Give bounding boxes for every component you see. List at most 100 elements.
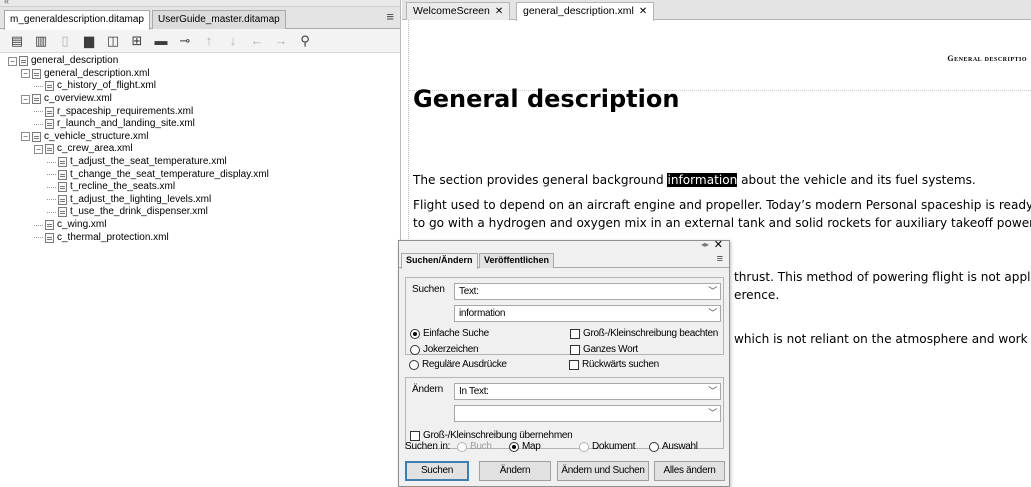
move-right-icon[interactable]: →: [270, 31, 292, 51]
tree-node-label: c_crew_area.xml: [57, 143, 133, 155]
insert-chapter-icon[interactable]: ▬: [150, 31, 172, 51]
paragraph-2-line-1[interactable]: Flight used to depend on an aircraft eng…: [413, 196, 1031, 214]
search-highlight: information: [667, 173, 738, 187]
checkbox-whole-word[interactable]: Ganzes Wort: [570, 344, 638, 355]
tab-userguide-master[interactable]: UserGuide_master.ditamap: [152, 10, 286, 29]
search-label: Suchen: [412, 284, 445, 295]
topic-file-icon: [32, 68, 41, 79]
radio-simple-search[interactable]: Einfache Suche: [410, 328, 489, 339]
collapse-toggle-icon[interactable]: −: [21, 69, 30, 79]
tree-node[interactable]: − c_overview.xml: [0, 93, 400, 106]
search-button[interactable]: Suchen: [405, 461, 469, 481]
tree-node-label: t_adjust_the_seat_temperature.xml: [70, 156, 227, 168]
radio-wildcards[interactable]: Jokerzeichen: [410, 344, 479, 355]
close-icon[interactable]: ✕: [639, 6, 647, 17]
preview-icon[interactable]: ◫: [102, 31, 124, 51]
replace-button[interactable]: Ändern: [479, 461, 551, 481]
tree-node[interactable]: t_recline_the_seats.xml: [0, 181, 400, 194]
tree-node[interactable]: r_spaceship_requirements.xml: [0, 105, 400, 118]
chevron-down-icon: ﹀: [708, 286, 717, 296]
radio-scope-book[interactable]: Buch: [457, 441, 492, 452]
tree-node[interactable]: − general_description: [0, 55, 400, 68]
radio-regex[interactable]: Reguläre Ausdrücke: [409, 359, 507, 370]
radio-dot: [410, 328, 420, 339]
tree-node[interactable]: − general_description.xml: [0, 68, 400, 81]
checkbox-box: [569, 359, 579, 370]
tree-node[interactable]: t_adjust_the_seat_temperature.xml: [0, 156, 400, 169]
collapse-toggle-icon[interactable]: −: [8, 56, 17, 66]
search-icon[interactable]: ⚲: [294, 31, 316, 51]
collapse-toggle-icon[interactable]: −: [34, 144, 43, 154]
topic-file-icon: [58, 207, 67, 218]
checkbox-keep-case[interactable]: Groß-/Kleinschreibung übernehmen: [410, 430, 573, 441]
tree-node[interactable]: t_change_the_seat_temperature_display.xm…: [0, 168, 400, 181]
tab-welcomescreen[interactable]: WelcomeScreen ✕: [406, 2, 511, 20]
page-title[interactable]: General description: [413, 85, 679, 113]
search-input[interactable]: information ﹀: [454, 305, 721, 322]
radio-scope-selection[interactable]: Auswahl: [649, 441, 698, 452]
map-tree: − general_description − general_description…: [0, 53, 400, 244]
replace-label: Ändern: [412, 384, 444, 395]
search-group: Suchen Text: ﹀ information ﹀ Einfache Such…: [405, 277, 724, 355]
paragraph-3-line-2[interactable]: erence.: [734, 286, 779, 304]
collapse-toggle-icon[interactable]: −: [21, 94, 30, 104]
tab-m-generaldescription[interactable]: m_generaldescription.ditamap: [4, 10, 150, 30]
radio-scope-map[interactable]: Map: [509, 441, 541, 452]
tree-node[interactable]: c_thermal_protection.xml: [0, 231, 400, 244]
insert-reference-icon[interactable]: ⊸: [174, 31, 196, 51]
replace-group: Ändern In Text: ﹀ ﹀ Groß-/Kleinschreibung…: [405, 377, 724, 449]
chevron-down-icon: ﹀: [708, 386, 717, 396]
replace-type-select[interactable]: In Text: ﹀: [454, 383, 721, 400]
collapse-toggle-icon[interactable]: −: [21, 132, 30, 142]
tab-general-description[interactable]: general_description.xml ✕: [516, 2, 655, 21]
topic-file-icon: [58, 157, 67, 168]
tree-node-label: c_wing.xml: [57, 219, 107, 231]
close-icon[interactable]: ✕: [714, 238, 723, 251]
tree-node[interactable]: − c_crew_area.xml: [0, 143, 400, 156]
tree-node[interactable]: − c_vehicle_structure.xml: [0, 131, 400, 144]
topic-file-icon: [45, 232, 54, 243]
delete-icon[interactable]: ▆: [78, 31, 100, 51]
collapse-arrows-icon[interactable]: «: [4, 0, 9, 6]
search-type-select[interactable]: Text: ﹀: [454, 283, 721, 300]
save-icon[interactable]: ▯: [54, 31, 76, 51]
close-icon[interactable]: ✕: [495, 6, 503, 17]
insert-topicref-icon[interactable]: ⊞: [126, 31, 148, 51]
checkbox-search-backwards[interactable]: Rückwärts suchen: [569, 359, 659, 370]
checkbox-label: Groß-/Kleinschreibung beachten: [583, 328, 718, 339]
map-toolbar: ▤ ▥ ▯ ▆ ◫ ⊞ ▬ ⊸ ↑ ↓ ← → ⚲: [0, 29, 400, 53]
radio-label: Auswahl: [662, 441, 698, 452]
tree-node[interactable]: c_history_of_flight.xml: [0, 80, 400, 93]
editor-tabbar: WelcomeScreen ✕ general_description.xml ✕: [402, 0, 1031, 21]
dialog-menu-icon[interactable]: ≡: [717, 253, 723, 265]
tab-label: WelcomeScreen: [413, 5, 490, 17]
move-left-icon[interactable]: ←: [246, 31, 268, 51]
tab-veroeffentlichen[interactable]: Veröffentlichen: [479, 253, 555, 268]
paragraph-2-line-2[interactable]: to go with a hydrogen and oxygen mix in …: [413, 214, 1031, 232]
checkbox-label: Groß-/Kleinschreibung übernehmen: [423, 430, 573, 441]
move-up-icon[interactable]: ↑: [198, 31, 220, 51]
topic-file-icon: [45, 220, 54, 231]
tree-node[interactable]: r_launch_and_landing_site.xml: [0, 118, 400, 131]
paragraph-4-line-1[interactable]: which is not reliant on the atmosphere a…: [734, 330, 1028, 348]
tab-suchen-aendern[interactable]: Suchen/Ändern: [401, 253, 478, 269]
panel-menu-icon[interactable]: ≡: [386, 9, 394, 24]
tree-node[interactable]: t_adjust_the_lighting_levels.xml: [0, 194, 400, 207]
radio-label: Reguläre Ausdrücke: [422, 359, 507, 370]
tree-node[interactable]: c_wing.xml: [0, 219, 400, 232]
tree-node[interactable]: t_use_the_drink_dispenser.xml: [0, 206, 400, 219]
topic-file-icon: [32, 94, 41, 105]
dock-icon[interactable]: ◂▸: [701, 240, 709, 249]
open-map-icon[interactable]: ▤: [6, 31, 28, 51]
radio-scope-document[interactable]: Dokument: [579, 441, 635, 452]
paragraph-1[interactable]: The section provides general background …: [413, 171, 976, 189]
replace-and-search-button[interactable]: Ändern und Suchen: [557, 461, 649, 481]
open-topic-icon[interactable]: ▥: [30, 31, 52, 51]
dialog-titlebar[interactable]: ◂▸ ✕: [399, 238, 729, 253]
replace-input[interactable]: ﹀: [454, 405, 721, 422]
tree-node-label: t_use_the_drink_dispenser.xml: [70, 206, 208, 218]
move-down-icon[interactable]: ↓: [222, 31, 244, 51]
paragraph-3-line-1[interactable]: thrust. This method of powering flight i…: [734, 268, 1031, 286]
checkbox-match-case[interactable]: Groß-/Kleinschreibung beachten: [570, 328, 718, 339]
replace-all-button[interactable]: Alles ändern: [654, 461, 725, 481]
